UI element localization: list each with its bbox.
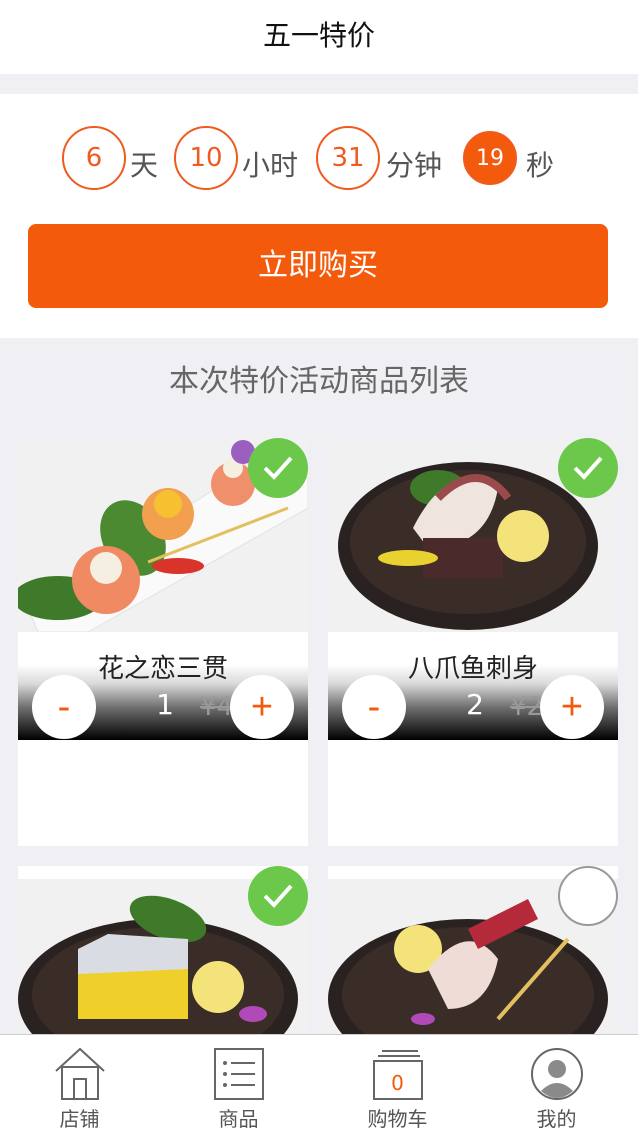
- list-icon: [213, 1048, 264, 1100]
- product-price: ¥2: [510, 692, 544, 722]
- tab-label: 我的: [536, 1107, 577, 1131]
- store-icon: [54, 1047, 105, 1100]
- buy-now-button[interactable]: 立即购买: [28, 224, 608, 308]
- product-card[interactable]: 八爪鱼刺身 2 ¥2 - +: [328, 438, 618, 846]
- product-price: ¥4: [200, 692, 234, 722]
- seconds-unit: 秒: [526, 149, 555, 182]
- tab-profile[interactable]: 我的: [477, 1035, 636, 1134]
- quantity-value: 1: [156, 688, 174, 721]
- select-checkbox[interactable]: [248, 438, 308, 498]
- quantity-value: 2: [466, 688, 484, 721]
- hours-value: 10: [174, 126, 238, 190]
- checkmark-icon: [263, 456, 293, 480]
- countdown-panel: 6 天 10 小时 31 分钟 19 秒 立即购买: [0, 94, 638, 338]
- user-icon: [530, 1048, 583, 1100]
- days-unit: 天: [130, 149, 159, 182]
- page-title: 五一特价: [262, 19, 375, 52]
- select-checkbox[interactable]: [558, 438, 618, 498]
- cart-count: 0: [391, 1071, 404, 1095]
- tab-label: 商品: [218, 1107, 259, 1131]
- section-title: 本次特价活动商品列表: [169, 364, 469, 399]
- minutes-unit: 分钟: [386, 149, 443, 182]
- seconds-value: 19: [463, 131, 517, 185]
- increase-button[interactable]: +: [230, 675, 294, 739]
- checkmark-icon: [263, 884, 293, 908]
- select-checkbox[interactable]: [248, 866, 308, 926]
- tab-bar: 店铺 商品 0 购物车 我的: [0, 1034, 638, 1134]
- decrease-button[interactable]: -: [32, 675, 96, 739]
- nav-bar: 五一特价: [0, 0, 638, 74]
- tab-label: 购物车: [367, 1107, 428, 1131]
- tab-store[interactable]: 店铺: [0, 1035, 159, 1134]
- select-checkbox[interactable]: [558, 866, 618, 926]
- hours-unit: 小时: [242, 149, 299, 182]
- decrease-button[interactable]: -: [342, 675, 406, 739]
- minutes-value: 31: [316, 126, 380, 190]
- tab-cart[interactable]: 0 购物车: [318, 1035, 477, 1134]
- increase-button[interactable]: +: [540, 675, 604, 739]
- product-card[interactable]: [18, 866, 308, 1034]
- product-card[interactable]: 花之恋三贯 1 ¥4 - +: [18, 438, 308, 846]
- product-card[interactable]: [328, 866, 618, 1034]
- days-value: 6: [62, 126, 126, 190]
- tab-products[interactable]: 商品: [159, 1035, 318, 1134]
- checkmark-icon: [573, 456, 603, 480]
- tab-label: 店铺: [59, 1107, 100, 1131]
